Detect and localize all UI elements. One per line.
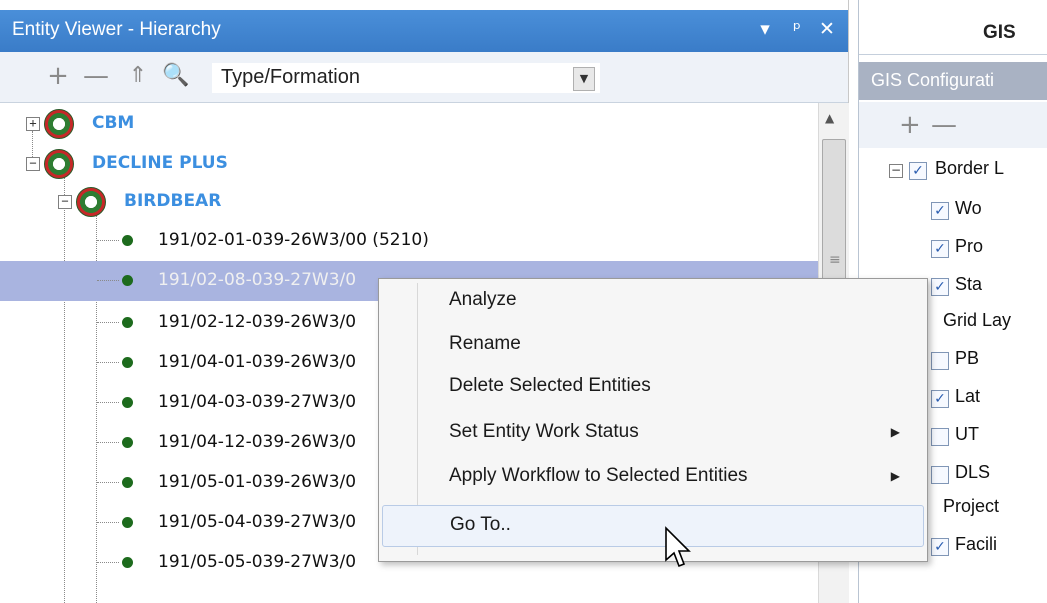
- menu-item-rename[interactable]: Rename: [382, 325, 922, 365]
- layer-label: UT: [955, 424, 979, 444]
- layer-label: Facili: [955, 534, 998, 554]
- move-up-icon[interactable]: ⇑: [124, 62, 152, 90]
- tree-node-label: BIRDBEAR: [124, 191, 222, 211]
- tree-leaf-label: 191/04-01-039-26W3/0: [158, 352, 357, 372]
- layer-label: PB: [955, 348, 980, 368]
- layer-checkbox[interactable]: ✓: [931, 240, 949, 258]
- tree-leaf-label: 191/04-03-039-27W3/0: [158, 392, 357, 412]
- layer-label: Border L: [935, 158, 1005, 178]
- well-dot-icon: [122, 437, 133, 448]
- layer-label: Pro: [955, 236, 984, 256]
- well-dot-icon: [122, 517, 133, 528]
- tree-node-label: CBM: [92, 113, 135, 133]
- tree-leaf-label: 191/05-05-039-27W3/0: [158, 552, 357, 572]
- collapse-icon[interactable]: −: [26, 157, 40, 171]
- layer-label: Wo: [955, 198, 982, 218]
- submenu-arrow-icon: ▶: [890, 469, 900, 483]
- layer-label: DLS: [955, 462, 991, 482]
- tree-leaf-label: 191/04-12-039-26W3/0: [158, 432, 357, 452]
- menu-item-label: Apply Workflow to Selected Entities: [449, 465, 748, 486]
- layer-label: Lat: [955, 386, 981, 406]
- tree-node-decline-plus[interactable]: − DECLINE PLUS: [0, 143, 818, 183]
- menu-item-go-to[interactable]: Go To..: [382, 505, 924, 547]
- layer-item[interactable]: ✓ Pro: [859, 236, 1047, 268]
- submenu-arrow-icon: ▶: [890, 425, 900, 439]
- entity-group-icon: [44, 149, 74, 179]
- layer-label: Grid Lay: [943, 310, 1012, 330]
- panel-title: Entity Viewer - Hierarchy: [12, 19, 221, 40]
- layer-checkbox[interactable]: [931, 466, 949, 484]
- menu-item-label: Delete Selected Entities: [449, 375, 651, 396]
- layer-group-border[interactable]: − ✓ Border L: [859, 158, 1047, 190]
- menu-item-label: Go To..: [450, 514, 511, 535]
- well-dot-icon: [122, 477, 133, 488]
- menu-item-label: Analyze: [449, 289, 517, 310]
- add-icon[interactable]: +: [899, 110, 921, 140]
- gis-toolbar: + —: [859, 102, 1047, 148]
- chevron-down-icon[interactable]: ▼: [573, 67, 595, 91]
- menu-item-delete[interactable]: Delete Selected Entities: [382, 367, 922, 407]
- tree-leaf-label: 191/02-08-039-27W3/0: [158, 270, 357, 290]
- gis-config-title: GIS Configurati: [871, 70, 995, 90]
- layer-checkbox[interactable]: [931, 428, 949, 446]
- panel-titlebar: Entity Viewer - Hierarchy ▾ ᵖ ✕: [0, 10, 848, 52]
- layer-label: Sta: [955, 274, 983, 294]
- tree-node-cbm[interactable]: + CBM: [0, 103, 818, 143]
- remove-icon[interactable]: —: [82, 62, 110, 90]
- entity-group-icon: [76, 187, 106, 217]
- well-dot-icon: [122, 275, 133, 286]
- well-dot-icon: [122, 557, 133, 568]
- tree-node-label: DECLINE PLUS: [92, 153, 228, 173]
- collapse-icon[interactable]: −: [889, 164, 903, 178]
- pin-icon[interactable]: ᵖ: [786, 18, 808, 40]
- add-icon[interactable]: +: [44, 62, 72, 90]
- grouping-combo[interactable]: Type/Formation ▼: [212, 63, 600, 93]
- grip-icon: ≡: [829, 252, 841, 268]
- menu-item-analyze[interactable]: Analyze: [382, 281, 922, 321]
- layer-item[interactable]: ✓ Wo: [859, 198, 1047, 230]
- close-icon[interactable]: ✕: [816, 18, 838, 40]
- well-dot-icon: [122, 235, 133, 246]
- tab-gis[interactable]: GIS: [859, 12, 1047, 55]
- layer-checkbox[interactable]: ✓: [931, 538, 949, 556]
- menu-item-label: Rename: [449, 333, 521, 354]
- scroll-up-icon[interactable]: ▲: [825, 111, 834, 125]
- well-dot-icon: [122, 397, 133, 408]
- remove-icon[interactable]: —: [931, 110, 957, 140]
- search-icon[interactable]: 🔍: [162, 62, 190, 90]
- menu-item-apply-workflow[interactable]: Apply Workflow to Selected Entities ▶: [382, 457, 922, 497]
- tree-leaf-label: 191/05-01-039-26W3/0: [158, 472, 357, 492]
- expand-icon[interactable]: +: [26, 117, 40, 131]
- collapse-icon[interactable]: −: [58, 195, 72, 209]
- tab-gis-label: GIS: [983, 22, 1016, 43]
- context-menu: Analyze Rename Delete Selected Entities …: [378, 278, 928, 562]
- well-dot-icon: [122, 317, 133, 328]
- grouping-combo-value: Type/Formation: [221, 66, 360, 88]
- layer-checkbox[interactable]: ✓: [931, 390, 949, 408]
- layer-label: Project: [943, 496, 1000, 516]
- well-dot-icon: [122, 357, 133, 368]
- layer-checkbox[interactable]: ✓: [931, 278, 949, 296]
- menu-item-set-work-status[interactable]: Set Entity Work Status ▶: [382, 413, 922, 453]
- entity-group-icon: [44, 109, 74, 139]
- layer-checkbox[interactable]: ✓: [931, 202, 949, 220]
- tree-leaf[interactable]: 191/02-01-039-26W3/00 (5210): [0, 221, 818, 261]
- tree-leaf-label: 191/02-01-039-26W3/00 (5210): [158, 230, 429, 250]
- gis-config-titlebar: GIS Configurati: [859, 62, 1047, 100]
- tree-leaf-label: 191/02-12-039-26W3/0: [158, 312, 357, 332]
- layer-checkbox[interactable]: [931, 352, 949, 370]
- layer-checkbox[interactable]: ✓: [909, 162, 927, 180]
- menu-item-label: Set Entity Work Status: [449, 421, 639, 442]
- tree-node-birdbear[interactable]: − BIRDBEAR: [0, 181, 818, 221]
- tree-leaf-label: 191/05-04-039-27W3/0: [158, 512, 357, 532]
- dropdown-icon[interactable]: ▾: [754, 18, 776, 40]
- mouse-pointer-icon: [665, 526, 691, 568]
- panel-toolbar: + — ⇑ 🔍 Type/Formation ▼: [0, 52, 848, 103]
